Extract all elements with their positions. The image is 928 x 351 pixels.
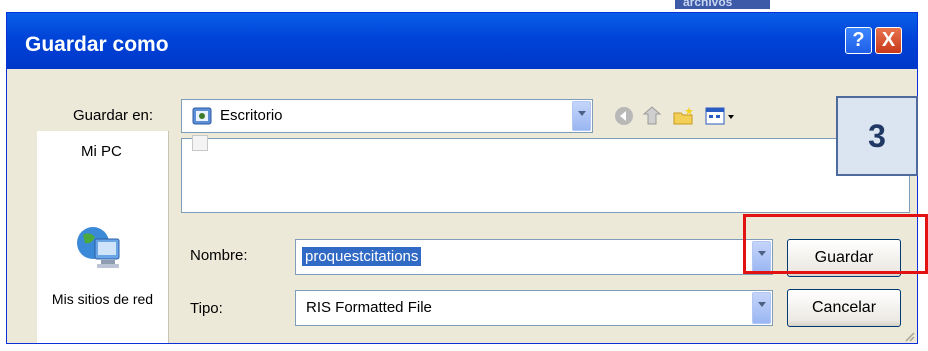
title-bar[interactable]: Guardar como ? X <box>7 13 917 69</box>
view-menu-icon[interactable] <box>704 105 736 132</box>
save-in-label: Guardar en: <box>73 107 154 124</box>
filename-value: proquestcitations <box>302 247 422 266</box>
dialog-title: Guardar como <box>25 33 169 56</box>
up-folder-icon[interactable] <box>641 105 663 132</box>
chevron-down-icon[interactable] <box>572 101 591 131</box>
resize-grip-icon[interactable] <box>903 329 915 342</box>
chevron-down-icon[interactable] <box>752 292 771 324</box>
filetype-label: Tipo: <box>190 300 223 317</box>
save-as-dialog: Guardar como ? X Guardar en: Escritorio … <box>6 12 918 344</box>
desktop-icon <box>192 105 214 132</box>
places-bar: Mi PC Mis sitios de red <box>37 131 169 343</box>
places-network[interactable]: Mis sitios de red <box>37 291 168 307</box>
cancel-button[interactable]: Cancelar <box>787 289 901 327</box>
step-number-annotation: 3 <box>836 96 918 176</box>
background-window-title: archivos <box>675 0 770 9</box>
file-item-partial[interactable] <box>192 135 208 151</box>
help-button[interactable]: ? <box>845 27 872 54</box>
filetype-select[interactable]: RIS Formatted File <box>295 290 773 326</box>
new-folder-icon[interactable] <box>672 105 696 132</box>
close-button[interactable]: X <box>875 27 902 54</box>
network-places-icon[interactable] <box>73 223 123 276</box>
places-my-pc[interactable]: Mi PC <box>81 143 122 160</box>
filename-label: Nombre: <box>190 247 248 264</box>
save-in-value: Escritorio <box>220 107 283 124</box>
filename-input[interactable]: proquestcitations <box>295 239 773 275</box>
filetype-value: RIS Formatted File <box>306 299 432 316</box>
save-in-combobox[interactable]: Escritorio <box>181 99 593 133</box>
back-icon[interactable] <box>613 105 635 132</box>
file-list[interactable] <box>181 135 910 213</box>
highlight-save-box <box>743 214 928 274</box>
